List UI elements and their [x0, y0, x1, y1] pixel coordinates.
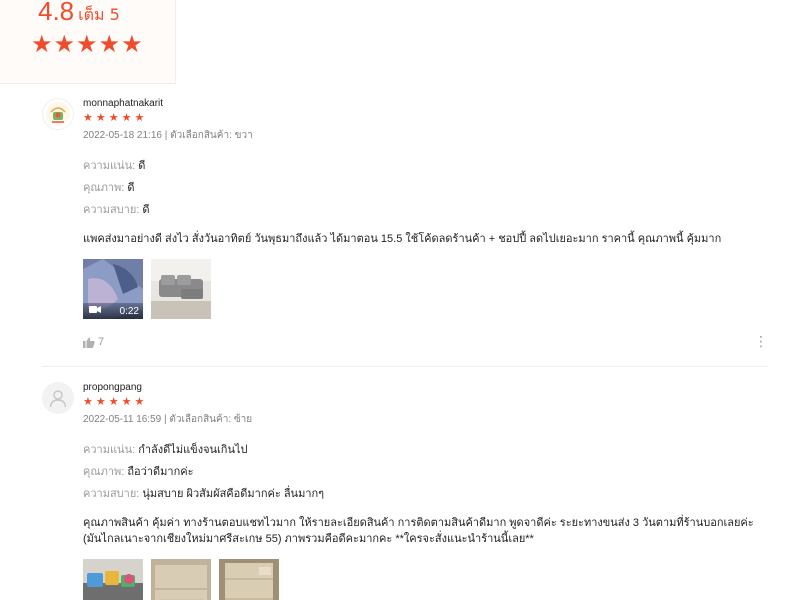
rating-out-of: เต็ม 5 — [78, 5, 120, 24]
review-photo-thumbnail[interactable] — [83, 559, 143, 600]
attribute-value: ดี — [127, 182, 135, 194]
attribute-row: ความแน่น: กำลังดีไม่แข็งจนเกินไป — [83, 439, 768, 461]
review-stars: ★ ★ ★ ★ ★ — [83, 111, 768, 124]
review-footer: 7 ⋮ — [83, 335, 768, 350]
star-icon: ★ — [134, 395, 145, 408]
star-icon: ★ — [83, 111, 93, 124]
review-meta: 2022-05-11 16:59 | ตัวเลือกสินค้า: ซ้าย — [83, 414, 253, 425]
video-duration: 0:22 — [119, 305, 139, 317]
star-icon: ★ — [83, 395, 93, 408]
thumbs-up-icon — [83, 337, 95, 348]
attribute-row: ความสบาย: ดี — [83, 199, 768, 221]
attribute-row: คุณภาพ: ถือว่าดีมากค่ะ — [83, 461, 768, 483]
review-photo-thumbnail[interactable] — [219, 559, 279, 600]
avatar[interactable] — [42, 382, 74, 414]
attribute-row: คุณภาพ: ดี — [83, 177, 768, 199]
rating-score-line: 4.8 เต็ม 5 — [38, 0, 120, 28]
attribute-value: ดี — [142, 204, 150, 216]
review-divider — [42, 366, 768, 367]
star-icon: ★ — [134, 111, 145, 124]
attribute-key: คุณภาพ: — [83, 182, 125, 194]
review-text: แพคส่งมาอย่างดี ส่งไว สั่งวันอาทิตย์ วัน… — [83, 233, 722, 245]
review-photo-thumbnail[interactable] — [151, 259, 211, 319]
star-icon: ★ — [121, 111, 132, 124]
rating-stars: ★ ★ ★ ★ ★ — [31, 32, 143, 56]
more-options-icon[interactable]: ⋮ — [754, 335, 768, 349]
star-icon: ★ — [53, 30, 76, 58]
review-meta: 2022-05-18 21:16 | ตัวเลือกสินค้า: ขวา — [83, 130, 253, 141]
star-icon: ★ — [76, 30, 98, 58]
shop-logo-icon — [46, 102, 70, 126]
attribute-row: ความสบาย: นุ่มสบาย ผิวสัมผัสคือดีมากค่ะ … — [83, 483, 768, 505]
like-button[interactable]: 7 — [83, 336, 768, 348]
attribute-key: คุณภาพ: — [83, 466, 125, 478]
review-media — [83, 559, 768, 600]
review-stars: ★ ★ ★ ★ ★ — [83, 395, 768, 408]
video-bar: 0:22 — [83, 303, 143, 319]
attribute-row: ความแน่น: ดี — [83, 155, 768, 177]
avatar[interactable] — [42, 98, 74, 130]
video-camera-icon — [89, 305, 101, 317]
star-icon: ★ — [108, 111, 119, 124]
star-icon: ★ — [95, 395, 106, 408]
review-item: monnaphatnakarit ★ ★ ★ ★ ★ 2022-05-18 21… — [42, 98, 768, 356]
like-count: 7 — [98, 336, 105, 348]
default-user-icon — [49, 390, 67, 408]
review-video-thumbnail[interactable]: 0:22 — [83, 259, 143, 319]
star-icon: ★ — [95, 111, 106, 124]
star-icon: ★ — [98, 30, 121, 58]
review-username[interactable]: propongpang — [83, 382, 768, 393]
attribute-value: ดี — [138, 160, 146, 172]
attribute-value: กำลังดีไม่แข็งจนเกินไป — [138, 444, 248, 456]
review-text: คุณภาพสินค้า คุ้มค่า ทางร้านตอบแชทไวมาก … — [83, 517, 754, 545]
attribute-value: นุ่มสบาย ผิวสัมผัสคือดีมากค่ะ ลื่นมากๆ — [142, 488, 325, 500]
star-icon: ★ — [31, 30, 53, 58]
star-icon: ★ — [108, 395, 119, 408]
attribute-key: ความแน่น: — [83, 160, 136, 172]
rating-summary: 4.8 เต็ม 5 ★ ★ ★ ★ ★ — [0, 0, 176, 84]
review-media: 0:22 — [83, 259, 768, 319]
attribute-key: ความสบาย: — [83, 488, 140, 500]
star-icon: ★ — [121, 30, 143, 58]
attribute-key: ความสบาย: — [83, 204, 140, 216]
review-username[interactable]: monnaphatnakarit — [83, 98, 768, 109]
review-body: propongpang ★ ★ ★ ★ ★ 2022-05-11 16:59 |… — [83, 382, 768, 600]
attribute-key: ความแน่น: — [83, 444, 136, 456]
review-attributes: ความแน่น: กำลังดีไม่แข็งจนเกินไป คุณภาพ:… — [83, 439, 768, 505]
review-photo-thumbnail[interactable] — [151, 559, 211, 600]
review-attributes: ความแน่น: ดี คุณภาพ: ดี ความสบาย: ดี — [83, 155, 768, 221]
star-icon: ★ — [121, 395, 132, 408]
attribute-value: ถือว่าดีมากค่ะ — [127, 466, 194, 478]
rating-score: 4.8 — [38, 0, 75, 26]
review-body: monnaphatnakarit ★ ★ ★ ★ ★ 2022-05-18 21… — [83, 98, 768, 319]
review-item: propongpang ★ ★ ★ ★ ★ 2022-05-11 16:59 |… — [42, 382, 768, 600]
